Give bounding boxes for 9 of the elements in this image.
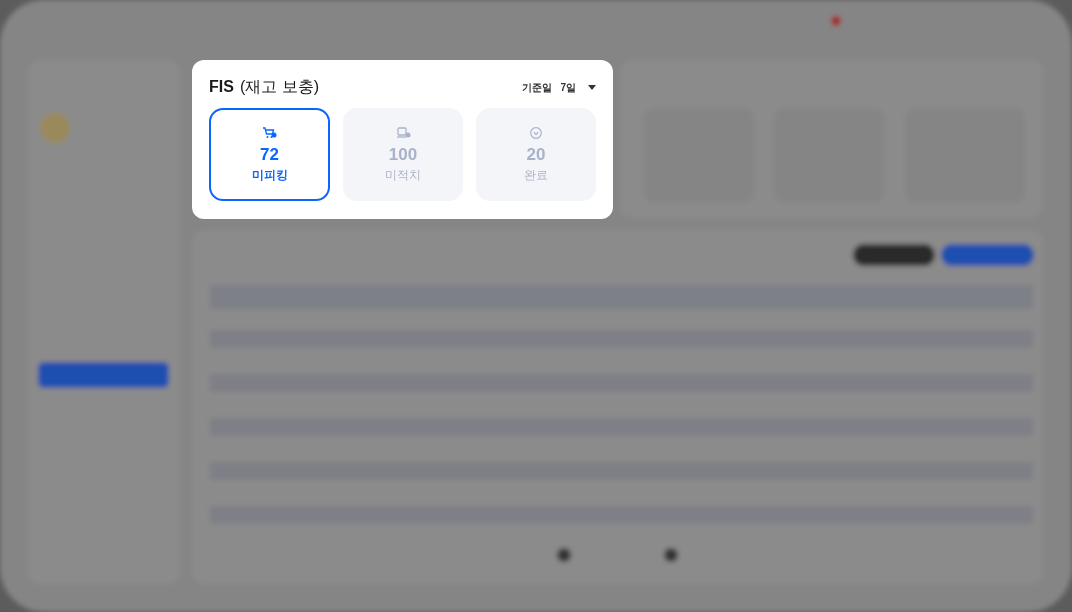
device-icon [395,125,411,140]
filter-label: 기준일 [522,80,553,95]
card-title: FIS [209,77,234,97]
status-tile[interactable]: 72 미피킹 [209,108,330,201]
check-circle-icon [528,125,544,140]
cart-icon [262,125,277,140]
card-subtitle: (재고 보충) [239,77,319,97]
period-dropdown[interactable]: 7일 [560,79,596,95]
caret-icon [588,84,596,90]
